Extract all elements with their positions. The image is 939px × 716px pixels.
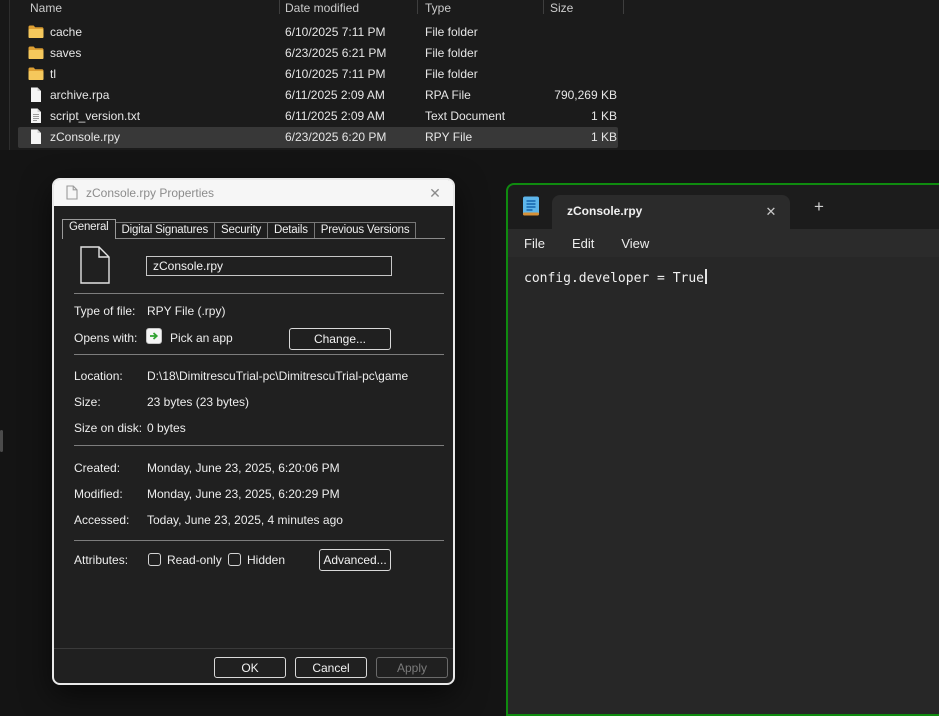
properties-dialog: zConsole.rpy Properties ✕ General Digita… — [52, 178, 455, 685]
created-label: Created: — [74, 461, 121, 475]
column-divider[interactable] — [623, 0, 624, 14]
column-header-row: Name Date modified Type Size — [0, 0, 939, 15]
section-divider — [74, 354, 444, 355]
dialog-tab-strip: General Digital Signatures Security Deta… — [62, 219, 417, 239]
menu-edit[interactable]: Edit — [572, 236, 594, 251]
tab-close-icon[interactable]: ✕ — [762, 203, 780, 221]
file-row-zconsole-rpy-selected[interactable]: zConsole.rpy 6/23/2025 6:20 PM RPY File … — [0, 127, 939, 148]
close-icon[interactable]: ✕ — [425, 183, 445, 203]
folder-icon — [28, 67, 44, 83]
notepad-titlebar[interactable]: zConsole.rpy ✕ + — [508, 185, 939, 229]
nav-scrollbar-thumb[interactable] — [0, 430, 3, 452]
tab-digital-signatures[interactable]: Digital Signatures — [114, 222, 216, 238]
file-explorer-pane: Name Date modified Type Size cache 6/10/… — [0, 0, 939, 150]
column-header-type[interactable]: Type — [425, 1, 451, 15]
type-of-file-value: RPY File (.rpy) — [147, 304, 226, 318]
dialog-titlebar[interactable]: zConsole.rpy Properties ✕ — [54, 180, 453, 206]
size-value: 23 bytes (23 bytes) — [147, 395, 250, 409]
tab-previous-versions[interactable]: Previous Versions — [313, 222, 417, 238]
section-divider — [74, 540, 444, 541]
pick-an-app-icon — [146, 328, 162, 347]
column-divider[interactable] — [279, 0, 280, 14]
file-icon — [30, 129, 46, 145]
menu-file[interactable]: File — [524, 236, 545, 251]
hidden-label: Hidden — [247, 553, 286, 567]
apply-button[interactable]: Apply — [376, 657, 448, 678]
modified-value: Monday, June 23, 2025, 6:20:29 PM — [147, 487, 340, 501]
created-value: Monday, June 23, 2025, 6:20:06 PM — [147, 461, 340, 475]
navigation-pane-edge — [0, 0, 10, 150]
folder-icon — [28, 25, 44, 41]
document-icon — [66, 185, 78, 203]
button-strip-divider — [54, 648, 453, 649]
location-label: Location: — [74, 369, 123, 383]
filename-input[interactable] — [146, 256, 392, 276]
ok-button[interactable]: OK — [214, 657, 286, 678]
menu-view[interactable]: View — [621, 236, 649, 251]
file-row-saves[interactable]: saves 6/23/2025 6:21 PM File folder — [0, 43, 939, 64]
notepad-app-icon — [522, 196, 540, 221]
notepad-window: zConsole.rpy ✕ + File Edit View config.d… — [506, 183, 939, 716]
notepad-menubar: File Edit View — [508, 229, 939, 257]
tab-details[interactable]: Details — [267, 222, 315, 238]
folder-icon — [28, 46, 44, 62]
section-divider — [74, 293, 444, 294]
size-label: Size: — [74, 395, 101, 409]
text-document-icon — [30, 108, 46, 124]
column-header-name[interactable]: Name — [30, 1, 62, 15]
accessed-label: Accessed: — [74, 513, 130, 527]
type-of-file-label: Type of file: — [74, 304, 136, 318]
modified-label: Modified: — [74, 487, 123, 501]
attributes-label: Attributes: — [74, 553, 129, 567]
notepad-tab-zconsole[interactable]: zConsole.rpy ✕ — [552, 195, 790, 229]
advanced-button[interactable]: Advanced... — [319, 549, 391, 571]
accessed-value: Today, June 23, 2025, 4 minutes ago — [147, 513, 343, 527]
new-tab-icon[interactable]: + — [808, 196, 830, 218]
cancel-button[interactable]: Cancel — [295, 657, 367, 678]
tab-general[interactable]: General — [62, 219, 116, 239]
column-header-size[interactable]: Size — [550, 1, 573, 15]
section-divider — [74, 445, 444, 446]
location-value: D:\18\DimitrescuTrial-pc\DimitrescuTrial… — [147, 369, 409, 383]
editor-text: config.developer = True — [524, 271, 705, 286]
size-on-disk-label: Size on disk: — [74, 421, 143, 435]
size-on-disk-value: 0 bytes — [147, 421, 186, 435]
column-divider[interactable] — [417, 0, 418, 14]
readonly-label: Read-only — [167, 553, 222, 567]
hidden-checkbox[interactable] — [228, 553, 241, 566]
dialog-title: zConsole.rpy Properties — [86, 186, 215, 200]
column-header-date-modified[interactable]: Date modified — [285, 1, 359, 15]
tab-security[interactable]: Security — [214, 222, 268, 238]
text-cursor — [705, 269, 707, 284]
opens-with-value: Pick an app — [170, 331, 233, 345]
readonly-checkbox[interactable] — [148, 553, 161, 566]
file-row-script-version-txt[interactable]: script_version.txt 6/11/2025 2:09 AM Tex… — [0, 106, 939, 127]
notepad-tab-title: zConsole.rpy — [567, 204, 643, 218]
column-divider[interactable] — [543, 0, 544, 14]
file-row-tl[interactable]: tl 6/10/2025 7:11 PM File folder — [0, 64, 939, 85]
file-icon — [30, 87, 46, 103]
desktop-screen: Name Date modified Type Size cache 6/10/… — [0, 0, 939, 716]
change-button[interactable]: Change... — [289, 328, 391, 350]
file-row-cache[interactable]: cache 6/10/2025 7:11 PM File folder — [0, 22, 939, 43]
opens-with-label: Opens with: — [74, 331, 138, 345]
file-type-icon — [80, 246, 110, 287]
notepad-editor[interactable]: config.developer = True — [508, 257, 939, 714]
file-row-archive-rpa[interactable]: archive.rpa 6/11/2025 2:09 AM RPA File 7… — [0, 85, 939, 106]
